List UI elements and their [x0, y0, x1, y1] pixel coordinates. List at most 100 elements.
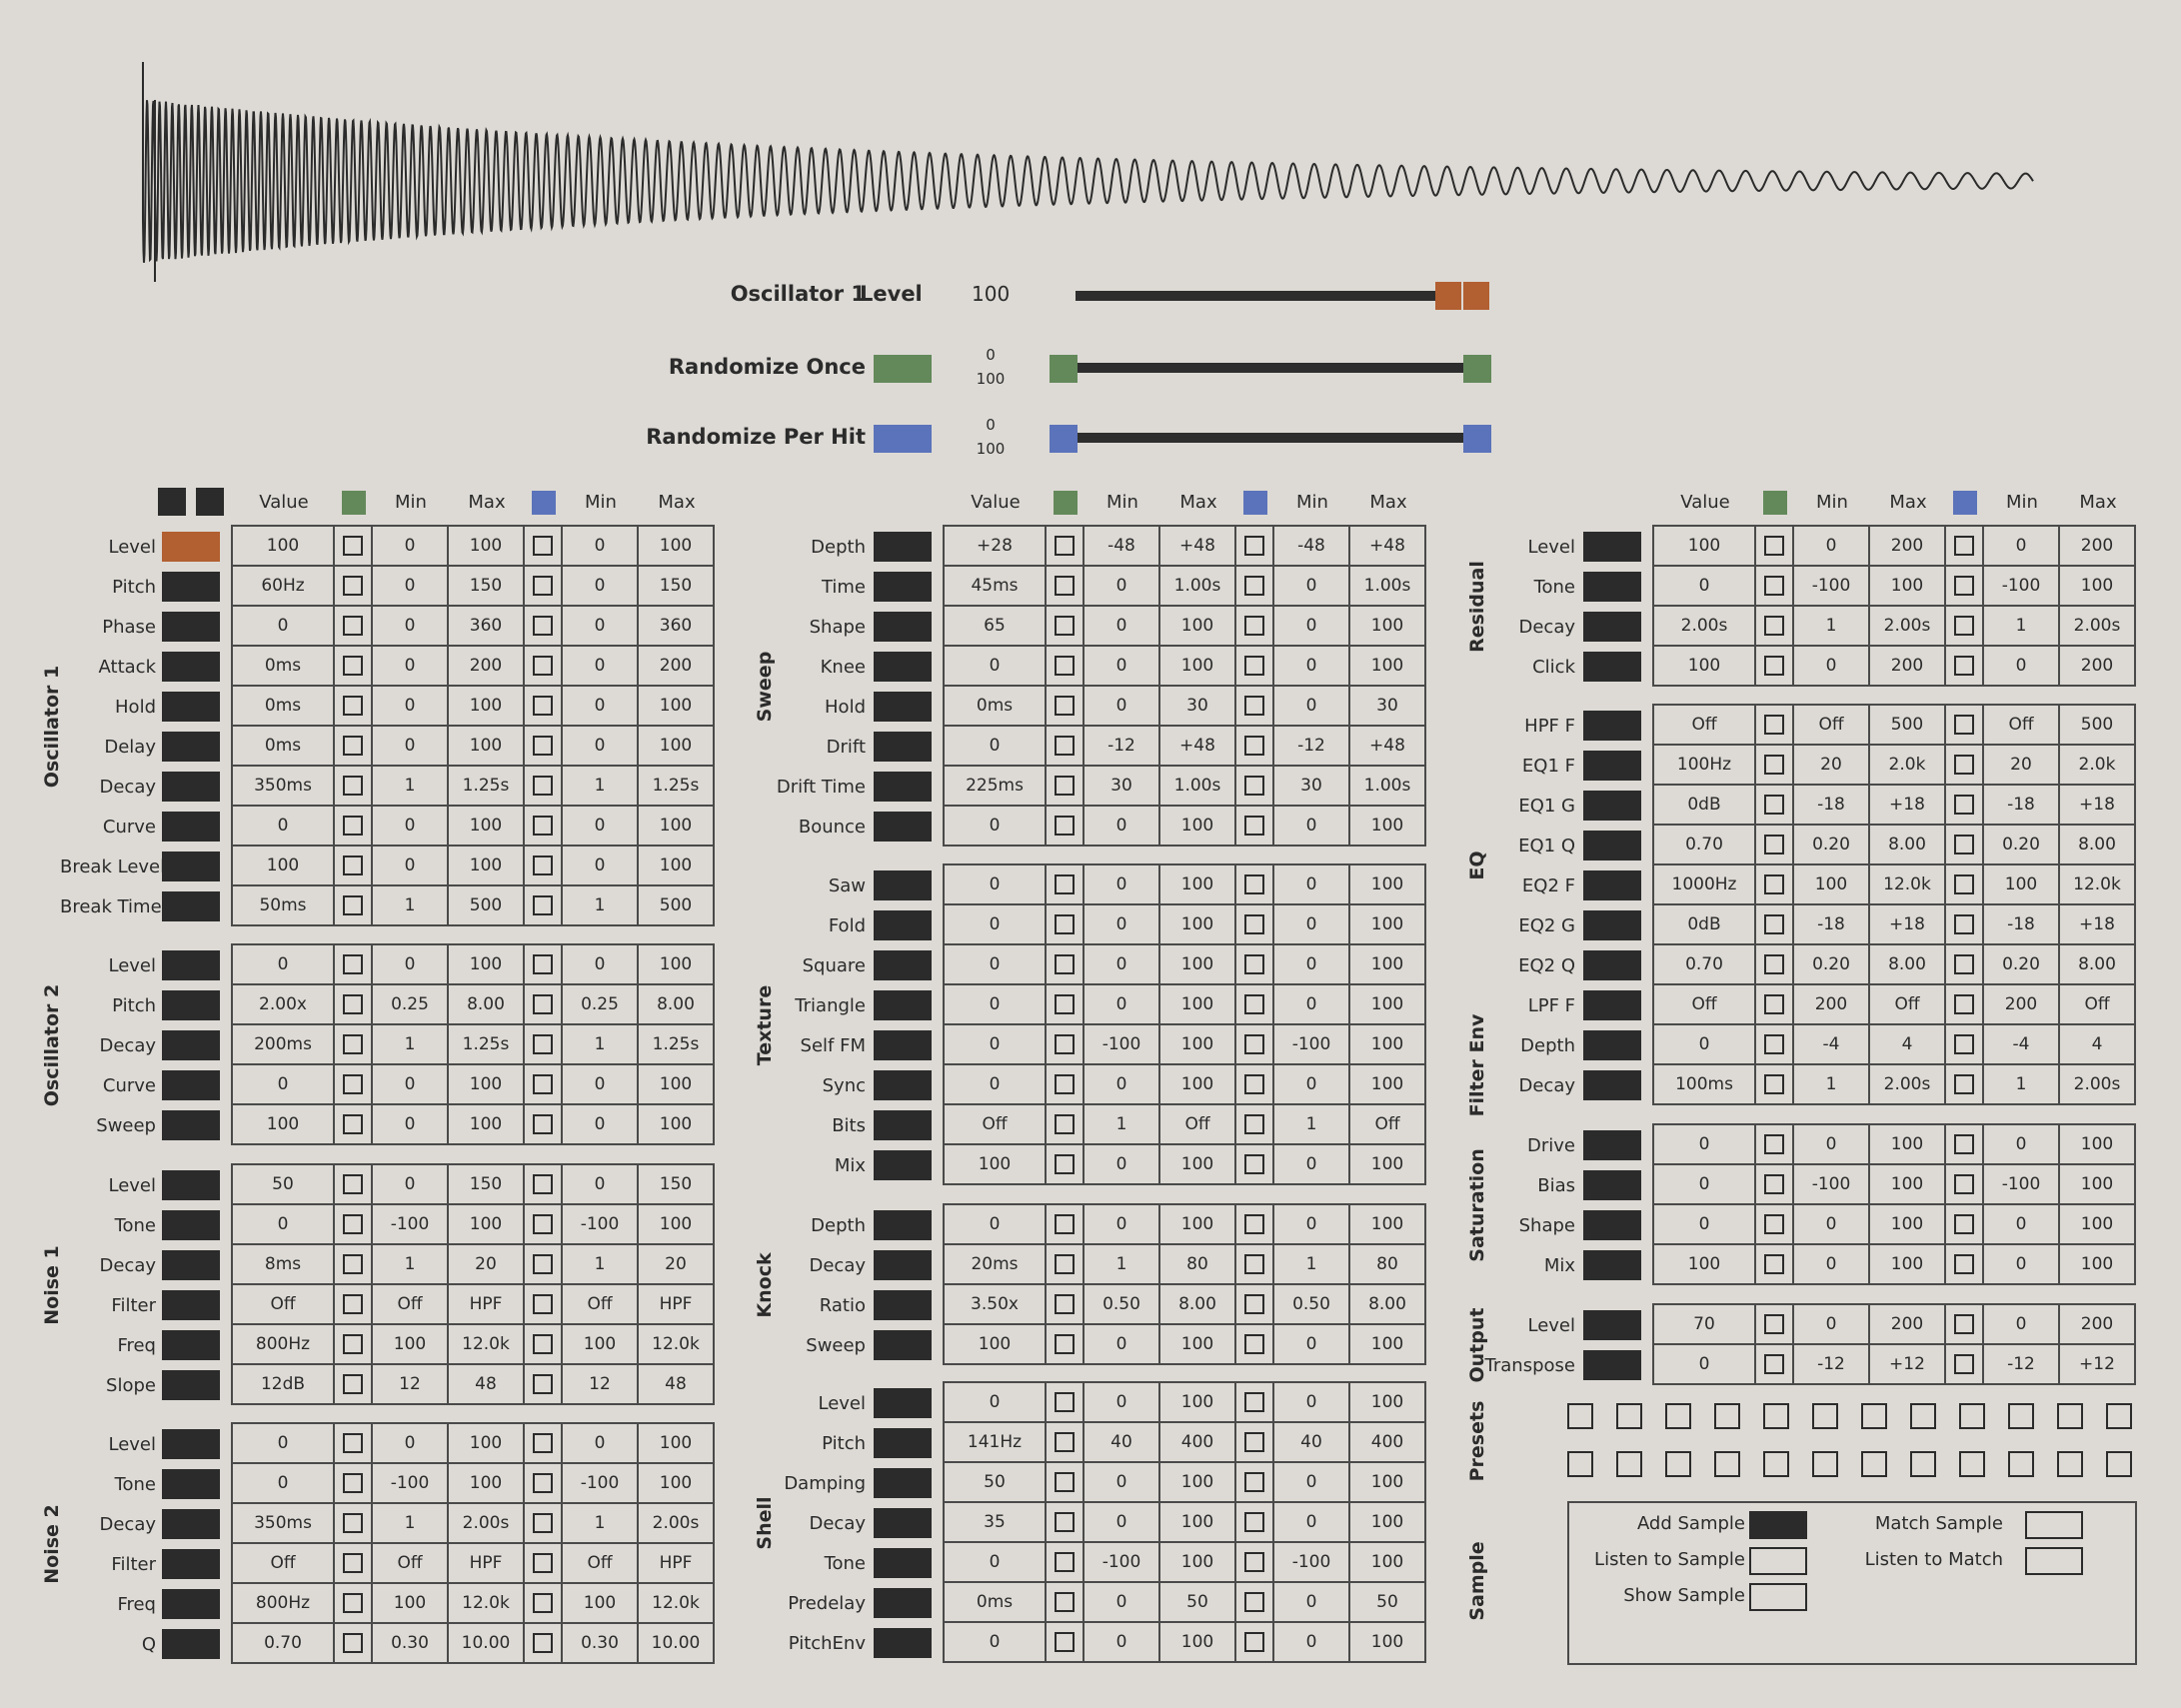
- param-select-level[interactable]: [162, 950, 220, 980]
- randomize-per-hit-checkbox[interactable]: [1954, 1034, 1974, 1054]
- randomize-toggle-cell[interactable]: [1234, 685, 1274, 727]
- randomize-toggle-cell[interactable]: [523, 1582, 563, 1624]
- randomize-once-checkbox[interactable]: [1055, 536, 1075, 556]
- param-select-depth[interactable]: [1583, 1030, 1641, 1060]
- randomize-toggle-cell[interactable]: [1754, 863, 1794, 905]
- param-select-decay[interactable]: [874, 1250, 932, 1280]
- randomize-toggle-cell[interactable]: [1944, 1343, 1984, 1385]
- randomize-toggle-cell[interactable]: [1045, 1103, 1085, 1145]
- randomize-toggle-cell[interactable]: [1234, 863, 1274, 905]
- randomize-per-hit-checkbox[interactable]: [1954, 914, 1974, 934]
- randomize-toggle-cell[interactable]: [333, 1622, 373, 1664]
- randomize-toggle-cell[interactable]: [1234, 1243, 1274, 1285]
- param-select-hpf-f[interactable]: [1583, 711, 1641, 741]
- randomize-once-checkbox[interactable]: [1764, 954, 1784, 974]
- randomize-once-checkbox[interactable]: [1055, 656, 1075, 676]
- randomize-once-checkbox[interactable]: [1055, 1074, 1075, 1094]
- preset-slot[interactable]: [2106, 1451, 2132, 1477]
- param-select-click[interactable]: [1583, 652, 1641, 682]
- randomize-toggle-cell[interactable]: [1045, 1421, 1085, 1463]
- preset-slot[interactable]: [1567, 1403, 1593, 1429]
- randomize-toggle-cell[interactable]: [523, 1243, 563, 1285]
- param-select-pitch[interactable]: [162, 990, 220, 1020]
- randomize-per-hit-checkbox[interactable]: [1954, 755, 1974, 775]
- randomize-toggle-cell[interactable]: [1754, 824, 1794, 865]
- randomize-once-checkbox[interactable]: [1055, 1632, 1075, 1652]
- randomize-per-hit-checkbox[interactable]: [533, 855, 553, 875]
- preset-slot[interactable]: [1910, 1451, 1936, 1477]
- param-select-self-fm[interactable]: [874, 1030, 932, 1060]
- randomize-toggle-cell[interactable]: [1944, 784, 1984, 826]
- randomize-once-track[interactable]: [1064, 363, 1475, 373]
- randomize-once-checkbox[interactable]: [1055, 874, 1075, 894]
- preset-slot[interactable]: [1763, 1451, 1789, 1477]
- param-select-time[interactable]: [874, 572, 932, 602]
- randomize-per-hit-checkbox[interactable]: [1954, 795, 1974, 815]
- randomize-toggle-cell[interactable]: [1234, 903, 1274, 945]
- preset-slot[interactable]: [1959, 1403, 1985, 1429]
- randomize-per-hit-checkbox[interactable]: [533, 576, 553, 596]
- param-select-slope[interactable]: [162, 1370, 220, 1400]
- randomize-per-hit-track[interactable]: [1064, 433, 1475, 443]
- param-select-drive[interactable]: [1583, 1130, 1641, 1160]
- preset-slot[interactable]: [1714, 1403, 1740, 1429]
- randomize-once-checkbox[interactable]: [343, 1294, 363, 1314]
- randomize-toggle-cell[interactable]: [1234, 605, 1274, 647]
- randomize-per-hit-checkbox[interactable]: [1954, 1074, 1974, 1094]
- randomize-toggle-cell[interactable]: [523, 525, 563, 567]
- param-select-decay[interactable]: [162, 1030, 220, 1060]
- randomize-once-min-handle[interactable]: [1050, 355, 1078, 383]
- param-select-curve[interactable]: [162, 1070, 220, 1100]
- preset-slot[interactable]: [1567, 1451, 1593, 1477]
- preset-slot[interactable]: [2057, 1451, 2083, 1477]
- randomize-per-hit-checkbox[interactable]: [1244, 656, 1264, 676]
- param-select-shape[interactable]: [1583, 1210, 1641, 1240]
- randomize-toggle-cell[interactable]: [333, 725, 373, 767]
- randomize-once-max-handle[interactable]: [1463, 355, 1491, 383]
- randomize-once-checkbox[interactable]: [1764, 1314, 1784, 1334]
- randomize-once-checkbox[interactable]: [1055, 1214, 1075, 1234]
- randomize-once-checkbox[interactable]: [343, 616, 363, 636]
- randomize-once-checkbox[interactable]: [1764, 536, 1784, 556]
- randomize-toggle-cell[interactable]: [1234, 725, 1274, 767]
- param-select-bounce[interactable]: [874, 812, 932, 842]
- randomize-toggle-cell[interactable]: [1944, 565, 1984, 607]
- param-select-level[interactable]: [874, 1388, 932, 1418]
- randomize-once-checkbox[interactable]: [1764, 1174, 1784, 1194]
- level-slider-track[interactable]: [1076, 291, 1435, 301]
- randomize-toggle-cell[interactable]: [333, 1542, 373, 1584]
- param-select-level[interactable]: [162, 1170, 220, 1200]
- randomize-toggle-cell[interactable]: [1045, 605, 1085, 647]
- randomize-per-hit-swatch[interactable]: [874, 425, 932, 453]
- param-select-eq1-q[interactable]: [1583, 831, 1641, 860]
- randomize-toggle-cell[interactable]: [1234, 1461, 1274, 1503]
- randomize-per-hit-checkbox[interactable]: [533, 895, 553, 915]
- randomize-toggle-cell[interactable]: [1234, 1541, 1274, 1583]
- randomize-toggle-cell[interactable]: [523, 1163, 563, 1205]
- param-select-drift[interactable]: [874, 732, 932, 762]
- param-select-hold[interactable]: [874, 692, 932, 722]
- param-select-decay[interactable]: [162, 1250, 220, 1280]
- randomize-toggle-cell[interactable]: [1045, 1283, 1085, 1325]
- param-select-tone[interactable]: [162, 1469, 220, 1499]
- randomize-toggle-cell[interactable]: [523, 1103, 563, 1145]
- randomize-toggle-cell[interactable]: [1234, 1023, 1274, 1065]
- preset-slot[interactable]: [1616, 1451, 1642, 1477]
- randomize-toggle-cell[interactable]: [1234, 765, 1274, 807]
- preset-slot[interactable]: [1616, 1403, 1642, 1429]
- randomize-once-checkbox[interactable]: [1055, 1034, 1075, 1054]
- randomize-per-hit-checkbox[interactable]: [1244, 1254, 1264, 1274]
- randomize-toggle-cell[interactable]: [1754, 1063, 1794, 1105]
- randomize-toggle-cell[interactable]: [1045, 1243, 1085, 1285]
- randomize-toggle-cell[interactable]: [1754, 943, 1794, 985]
- randomize-toggle-cell[interactable]: [1944, 943, 1984, 985]
- randomize-toggle-cell[interactable]: [1754, 903, 1794, 945]
- randomize-once-checkbox[interactable]: [343, 895, 363, 915]
- randomize-per-hit-checkbox[interactable]: [1244, 1632, 1264, 1652]
- randomize-toggle-cell[interactable]: [1944, 704, 1984, 746]
- randomize-toggle-cell[interactable]: [1944, 824, 1984, 865]
- randomize-per-hit-checkbox[interactable]: [1244, 1392, 1264, 1412]
- param-select-depth[interactable]: [874, 532, 932, 562]
- randomize-toggle-cell[interactable]: [333, 805, 373, 847]
- randomize-once-checkbox[interactable]: [343, 1473, 363, 1493]
